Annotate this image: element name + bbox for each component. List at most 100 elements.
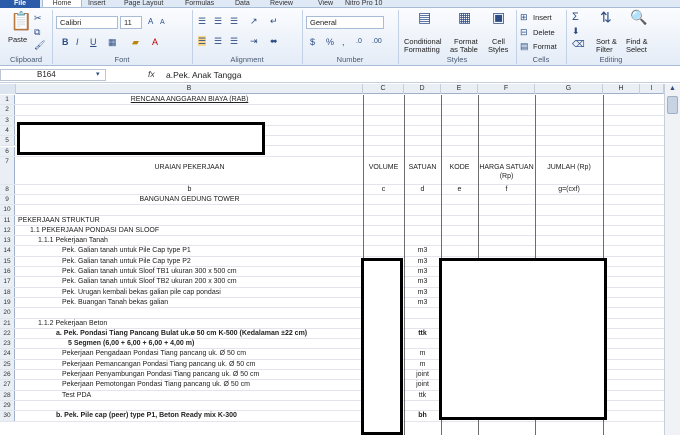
row-number[interactable]: 2 [0, 105, 15, 115]
shrink-font-icon[interactable]: A [160, 18, 165, 28]
tab-file[interactable]: File [0, 0, 40, 8]
name-box-dropdown-icon[interactable]: ▾ [96, 70, 100, 80]
row-number[interactable]: 30 [0, 411, 15, 421]
cell-d[interactable]: m3 [404, 298, 441, 307]
align-bottom-icon[interactable]: ☰ [230, 16, 238, 26]
row-number[interactable]: 23 [0, 339, 15, 349]
cell-d[interactable]: SATUAN [404, 157, 441, 184]
row-number[interactable]: 5 [0, 136, 15, 146]
row-number[interactable]: 9 [0, 194, 15, 205]
cell-b[interactable]: 1.1 PEKERJAAN PONDASI DAN SLOOF [16, 226, 363, 235]
row-number[interactable]: 11 [0, 215, 15, 225]
cell-b[interactable]: Pekerjaan Pemancangan Pondasi Tiang panc… [16, 360, 363, 369]
fill-color-icon[interactable]: ▰ [132, 37, 139, 47]
cell-styles-icon[interactable]: ▣ [492, 10, 505, 24]
align-top-icon[interactable]: ☰ [198, 16, 206, 26]
row-number[interactable]: 6 [0, 146, 15, 156]
align-middle-icon[interactable]: ☰ [214, 16, 222, 26]
conditional-formatting-label-2[interactable]: Formatting [404, 45, 440, 54]
column-header-e[interactable]: E [441, 84, 478, 94]
scroll-up-icon[interactable]: ▲ [669, 84, 676, 94]
cell-b[interactable]: 1.1.1 Pekerjaan Tanah [16, 236, 363, 245]
cell-d[interactable]: joint [404, 370, 441, 379]
column-header-d[interactable]: D [404, 84, 441, 94]
tab-insert[interactable]: Insert [88, 0, 106, 8]
column-header-h[interactable]: H [603, 84, 640, 94]
cut-icon[interactable]: ✂ [34, 13, 42, 23]
row-number[interactable]: 10 [0, 205, 15, 215]
tab-home[interactable]: Home [42, 0, 82, 8]
grow-font-icon[interactable]: A [148, 17, 153, 27]
borders-icon[interactable]: ▦ [108, 37, 117, 47]
tab-review[interactable]: Review [270, 0, 293, 8]
cell-b[interactable]: Pekerjaan Penyambungan Pondasi Tiang pan… [16, 370, 363, 379]
cell-d[interactable]: ttk [404, 391, 441, 400]
paste-icon[interactable]: 📋 [10, 12, 32, 30]
cell-b[interactable]: PEKERJAAN STRUKTUR [16, 216, 363, 225]
conditional-formatting-icon[interactable]: ▤ [418, 10, 431, 24]
cell-g[interactable]: JUMLAH (Rp) [535, 157, 603, 184]
underline-icon[interactable]: U [90, 37, 97, 47]
cell-b[interactable] [16, 401, 363, 410]
formula-input[interactable]: a.Pek. Anak Tangga [166, 69, 241, 81]
font-size-select[interactable]: 11 [120, 16, 142, 29]
row-number[interactable]: 26 [0, 370, 15, 380]
row-number[interactable]: 4 [0, 125, 15, 136]
row-number[interactable]: 29 [0, 400, 15, 411]
tab-nitro[interactable]: Nitro Pro 10 [345, 0, 382, 8]
cell-d[interactable]: joint [404, 380, 441, 389]
font-color-icon[interactable]: A [152, 37, 158, 47]
row-number[interactable]: 7 [0, 156, 15, 184]
sort-filter-icon[interactable]: ⇅ [600, 10, 612, 24]
insert-function-icon[interactable]: fx [148, 69, 155, 79]
cell-b[interactable]: Pek. Galian tanah untuk Sloof TB2 ukuran… [16, 277, 363, 286]
name-box[interactable]: B164 [0, 69, 106, 81]
sort-filter-button-2[interactable]: Filter [596, 45, 613, 54]
cell-c[interactable]: c [363, 185, 404, 194]
comma-icon[interactable]: , [342, 37, 345, 47]
row-number[interactable]: 14 [0, 246, 15, 256]
select-all-button[interactable] [0, 84, 16, 94]
row-number[interactable]: 22 [0, 328, 15, 339]
font-name-select[interactable]: Calibri [56, 16, 118, 29]
cell-b[interactable]: Pekerjaan Pengadaan Pondasi Tiang pancan… [16, 349, 363, 358]
tab-view[interactable]: View [318, 0, 333, 8]
bold-icon[interactable]: B [62, 37, 69, 47]
format-cells-button[interactable]: Format [533, 42, 557, 51]
row-number[interactable]: 20 [0, 308, 15, 318]
cell-b[interactable]: URAIAN PEKERJAAN [16, 157, 363, 184]
row-number[interactable]: 3 [0, 115, 15, 125]
cell-b[interactable]: Pek. Galian tanah untuk Pile Cap type P1 [16, 246, 363, 255]
delete-cells-button[interactable]: Delete [533, 28, 555, 37]
cell-b[interactable] [16, 308, 363, 317]
paste-button[interactable]: Paste [8, 35, 27, 44]
tab-data[interactable]: Data [235, 0, 250, 8]
tab-page-layout[interactable]: Page Layout [124, 0, 163, 8]
row-number[interactable]: 8 [0, 184, 15, 194]
cell-d[interactable]: bh [404, 411, 441, 420]
delete-cells-icon[interactable]: ⊟ [520, 27, 528, 37]
orientation-icon[interactable]: ↗ [250, 16, 258, 26]
merge-center-icon[interactable]: ⬌ [270, 36, 278, 46]
cell-d[interactable]: m [404, 349, 441, 358]
cell-e[interactable]: e [441, 185, 478, 194]
row-number[interactable]: 1 [0, 95, 15, 105]
italic-icon[interactable]: I [76, 37, 79, 47]
row-number[interactable]: 18 [0, 287, 15, 297]
cell-f[interactable]: f [478, 185, 535, 194]
row-number[interactable]: 12 [0, 225, 15, 236]
cell-d[interactable]: m3 [404, 267, 441, 276]
cell-d[interactable]: ttk [404, 329, 441, 338]
cell-d[interactable]: m3 [404, 277, 441, 286]
tab-formulas[interactable]: Formulas [185, 0, 214, 8]
cell-b[interactable]: RENCANA ANGGARAN BIAYA (RAB) [16, 95, 363, 104]
row-number[interactable]: 25 [0, 359, 15, 369]
vertical-scrollbar[interactable]: ▲ [664, 84, 680, 435]
align-center-icon[interactable]: ☰ [214, 36, 222, 46]
cell-styles-label-2[interactable]: Styles [488, 45, 508, 54]
column-header-b[interactable]: B [16, 84, 363, 94]
cell-d[interactable]: m3 [404, 257, 441, 266]
cell-b[interactable]: b [16, 185, 363, 194]
row-number[interactable]: 27 [0, 380, 15, 390]
cell-b[interactable]: a. Pek. Pondasi Tiang Pancang Bulat uk.ø… [16, 329, 363, 338]
